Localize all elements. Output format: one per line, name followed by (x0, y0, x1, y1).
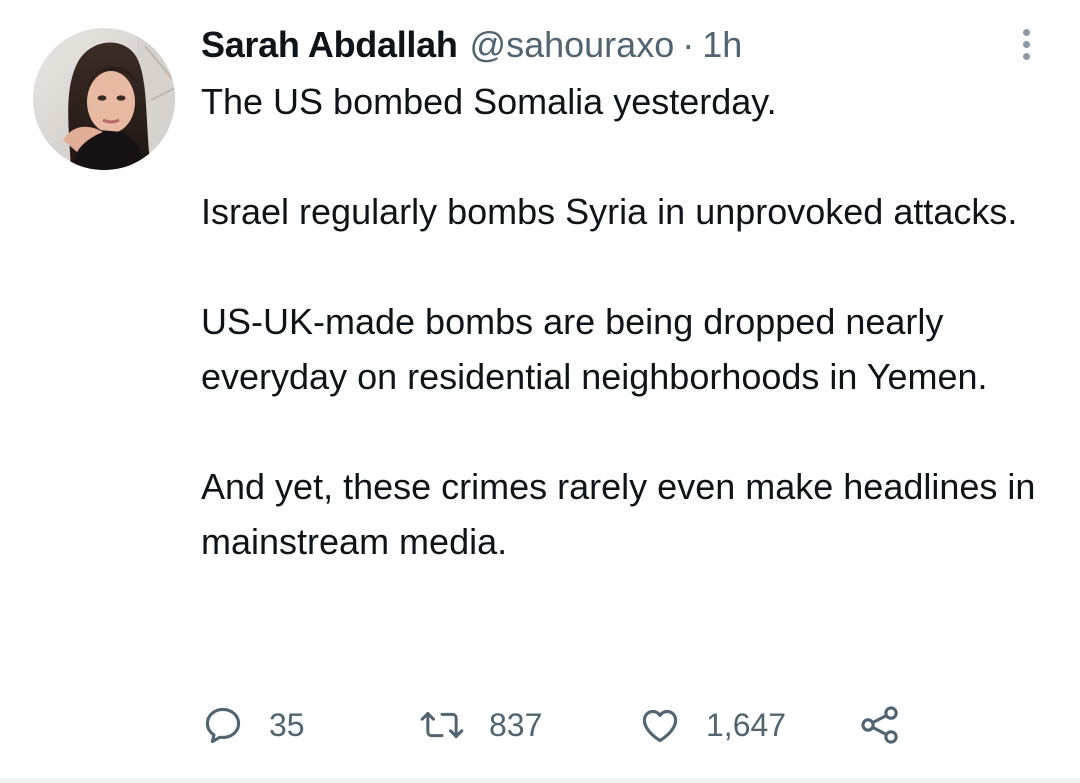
more-vertical-icon[interactable] (1010, 24, 1042, 64)
avatar[interactable] (33, 28, 175, 170)
like-count: 1,647 (706, 706, 787, 743)
profile-photo (33, 28, 175, 170)
heart-icon (642, 709, 678, 743)
tweet-paragraph: And yet, these crimes rarely even make h… (201, 466, 1036, 562)
header-separator: · (682, 24, 695, 65)
more-dot (1022, 52, 1030, 60)
user-handle[interactable]: @sahouraxo (470, 24, 675, 66)
like-button[interactable]: 1,647 (638, 700, 786, 750)
reply-icon (205, 707, 241, 744)
display-name[interactable]: Sarah Abdallah (201, 24, 458, 66)
tweet-card[interactable]: Sarah Abdallah @sahouraxo · 1h The US bo… (0, 0, 1080, 778)
timestamp[interactable]: 1h (702, 24, 742, 66)
tweet-paragraph: US-UK-made bombs are being dropped nearl… (201, 301, 988, 397)
tweet-header: Sarah Abdallah @sahouraxo · 1h (201, 22, 742, 68)
tweet-actions: 35 837 1,647 (201, 700, 921, 750)
reply-count: 35 (269, 706, 305, 743)
reply-button[interactable]: 35 (201, 700, 305, 750)
tweet-paragraph: The US bombed Somalia yesterday. (201, 81, 777, 122)
tweet-paragraph: Israel regularly bombs Syria in unprovok… (201, 191, 1018, 232)
share-icon (861, 706, 898, 744)
retweet-count: 837 (489, 706, 543, 743)
retweet-button[interactable]: 837 (419, 700, 542, 750)
tweet-text: The US bombed Somalia yesterday. Israel … (201, 74, 1061, 569)
more-dot (1022, 40, 1030, 48)
more-dot (1022, 28, 1030, 36)
divider (0, 778, 1080, 783)
share-button[interactable] (857, 700, 903, 750)
retweet-icon (420, 711, 464, 739)
